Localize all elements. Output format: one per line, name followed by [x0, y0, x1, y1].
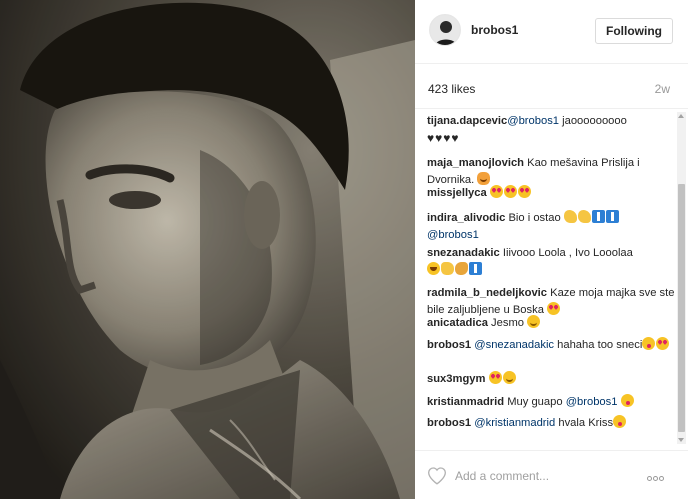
face-emoji-icon — [547, 302, 561, 315]
mention-link[interactable]: @brobos1 — [566, 396, 618, 408]
comments-list[interactable]: tijana.dapcevic@brobos1 jaooooooooo ♥♥♥♥ m… — [415, 109, 688, 450]
wink-emoji-icon — [613, 415, 627, 428]
comment-username[interactable]: missjellyca — [427, 187, 487, 199]
hearts-text: ♥♥♥♥ — [427, 131, 460, 145]
comment-username[interactable]: tijana.dapcevic — [427, 115, 507, 127]
post-age[interactable]: 2w — [655, 82, 670, 96]
comment-item: radmila_b_nedeljkovic Kaze moja majka sv… — [427, 285, 675, 319]
comment-username[interactable]: sux3mgym — [427, 373, 485, 385]
comment-username[interactable]: indira_alivodic — [427, 212, 505, 224]
mention-link[interactable]: @kristianmadrid — [474, 417, 555, 429]
comment-username[interactable]: maja_manojlovich — [427, 157, 524, 169]
mention-link[interactable]: @snezanadakic — [474, 339, 554, 351]
comment-text: hvala Kriss — [555, 417, 614, 429]
comment-username[interactable]: kristianmadrid — [427, 396, 504, 408]
smile-emoji-icon — [502, 371, 516, 384]
instagram-post: brobos1 Following 423 likes 2w tijana.da… — [0, 0, 688, 499]
heart-outline-icon[interactable] — [427, 466, 447, 485]
comment-text: Muy guapo — [504, 396, 566, 408]
muscle-emoji-icon — [563, 210, 577, 223]
username[interactable]: brobos1 — [471, 23, 518, 37]
cat-emoji-icon — [477, 172, 491, 185]
comment-item: indira_alivodic Bio i ostao @brobos1 — [427, 210, 675, 244]
face-emoji-icon — [517, 185, 531, 198]
scrollbar[interactable] — [677, 112, 686, 444]
post-sidebar: brobos1 Following 423 likes 2w tijana.da… — [415, 0, 688, 499]
face-emoji-icon — [656, 337, 670, 350]
comment-username[interactable]: brobos1 — [427, 339, 471, 351]
scroll-thumb[interactable] — [678, 184, 685, 432]
comment-item: brobos1 @kristianmadrid hvala Kriss — [427, 415, 675, 432]
post-photo[interactable] — [0, 0, 415, 499]
comment-username[interactable]: anicatadica — [427, 317, 488, 329]
post-meta: 423 likes 2w — [415, 64, 688, 109]
anchor-emoji-icon — [591, 210, 605, 223]
comment-item: anicatadica Jesmo — [427, 315, 675, 332]
avatar[interactable] — [429, 14, 461, 46]
comment-text: Jesmo — [487, 317, 528, 329]
clap-emoji-icon — [455, 262, 468, 275]
face-emoji-icon — [488, 371, 502, 384]
comment-username[interactable]: radmila_b_nedeljkovic — [427, 287, 547, 299]
comment-text: jaooooooooo — [559, 115, 627, 127]
scroll-up-arrow-icon[interactable] — [678, 114, 684, 118]
comment-item: tijana.dapcevic@brobos1 jaooooooooo ♥♥♥♥ — [427, 113, 675, 148]
comment-item: brobos1 @snezanadakic hahaha too sneci — [427, 337, 675, 354]
comment-text: Iiivooo Loola , Ivo Looolaa — [499, 247, 633, 259]
scroll-down-arrow-icon[interactable] — [678, 438, 684, 442]
comment-item: maja_manojlovich Kao mešavina Prislija i… — [427, 155, 675, 189]
comment-footer — [415, 450, 688, 499]
following-button[interactable]: Following — [595, 18, 673, 44]
comment-text: hahaha too sneci — [554, 339, 643, 351]
wink-emoji-icon — [642, 337, 656, 350]
likes-count[interactable]: 423 likes — [428, 82, 475, 96]
mention-link[interactable]: @brobos1 — [507, 115, 559, 127]
smile-emoji-icon — [527, 315, 541, 328]
wink-emoji-icon — [620, 394, 634, 407]
anchor-emoji-icon — [469, 262, 482, 275]
comment-item: snezanadakic Iiivooo Loola , Ivo Looolaa — [427, 245, 675, 279]
laugh-emoji-icon — [427, 262, 440, 275]
mention-link[interactable]: @brobos1 — [427, 229, 479, 241]
muscle-emoji-icon — [577, 210, 591, 223]
comment-text — [485, 373, 488, 385]
face-emoji-icon — [503, 185, 517, 198]
comment-item: kristianmadrid Muy guapo @brobos1 — [427, 394, 675, 411]
face-emoji-icon — [489, 185, 503, 198]
comment-item: missjellyca — [427, 185, 675, 202]
add-comment-input[interactable] — [455, 467, 635, 485]
post-header: brobos1 Following — [415, 0, 688, 64]
comment-item: sux3mgym — [427, 371, 675, 388]
more-options-icon[interactable] — [647, 470, 671, 481]
comment-username[interactable]: snezanadakic — [427, 247, 500, 259]
thumb-emoji-icon — [441, 262, 454, 275]
comment-text: Bio i ostao — [505, 212, 564, 224]
comment-text — [617, 396, 620, 408]
comment-username[interactable]: brobos1 — [427, 417, 471, 429]
anchor-emoji-icon — [605, 210, 619, 223]
